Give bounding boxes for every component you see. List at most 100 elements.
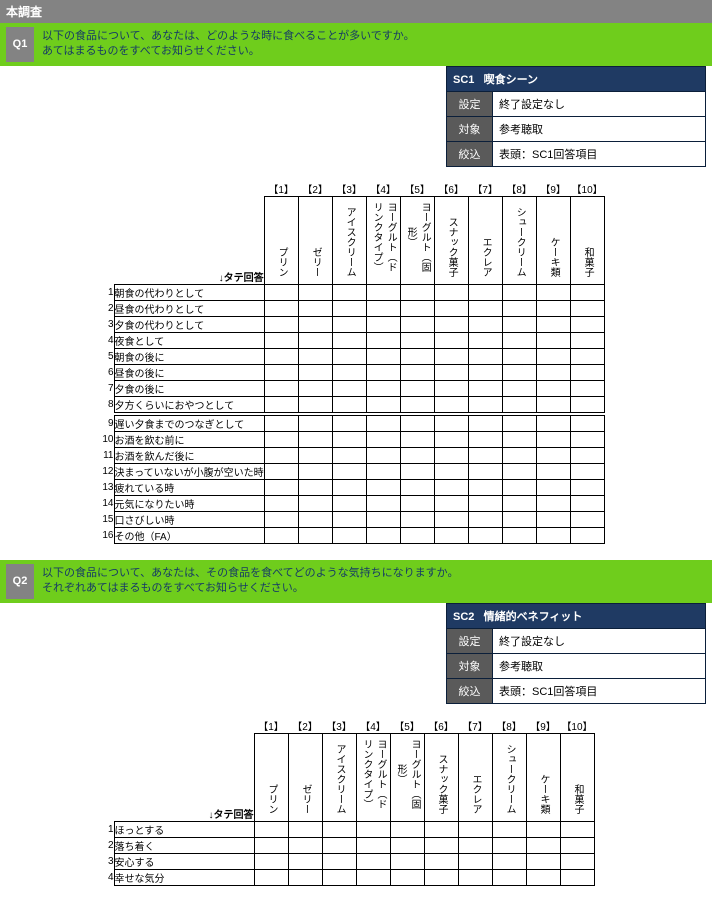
matrix-cell[interactable]: [322, 869, 356, 885]
matrix-cell[interactable]: [254, 837, 288, 853]
matrix-cell[interactable]: [434, 396, 468, 412]
matrix-cell[interactable]: [502, 463, 536, 479]
matrix-cell[interactable]: [332, 396, 366, 412]
matrix-cell[interactable]: [298, 431, 332, 447]
matrix-cell[interactable]: [366, 316, 400, 332]
matrix-cell[interactable]: [560, 853, 594, 869]
matrix-cell[interactable]: [264, 316, 298, 332]
matrix-cell[interactable]: [366, 380, 400, 396]
matrix-cell[interactable]: [502, 332, 536, 348]
matrix-cell[interactable]: [366, 479, 400, 495]
matrix-cell[interactable]: [332, 511, 366, 527]
matrix-cell[interactable]: [434, 495, 468, 511]
matrix-cell[interactable]: [570, 284, 604, 300]
matrix-cell[interactable]: [536, 415, 570, 431]
matrix-cell[interactable]: [536, 447, 570, 463]
matrix-cell[interactable]: [332, 316, 366, 332]
matrix-cell[interactable]: [560, 821, 594, 837]
matrix-cell[interactable]: [288, 837, 322, 853]
matrix-cell[interactable]: [468, 479, 502, 495]
matrix-cell[interactable]: [264, 495, 298, 511]
matrix-cell[interactable]: [536, 463, 570, 479]
matrix-cell[interactable]: [264, 300, 298, 316]
matrix-cell[interactable]: [502, 511, 536, 527]
matrix-cell[interactable]: [254, 821, 288, 837]
matrix-cell[interactable]: [434, 527, 468, 543]
matrix-cell[interactable]: [468, 316, 502, 332]
matrix-cell[interactable]: [536, 316, 570, 332]
matrix-cell[interactable]: [366, 511, 400, 527]
matrix-cell[interactable]: [536, 527, 570, 543]
matrix-cell[interactable]: [526, 837, 560, 853]
matrix-cell[interactable]: [526, 853, 560, 869]
matrix-cell[interactable]: [536, 431, 570, 447]
matrix-cell[interactable]: [356, 821, 390, 837]
matrix-cell[interactable]: [468, 380, 502, 396]
matrix-cell[interactable]: [492, 821, 526, 837]
matrix-cell[interactable]: [332, 527, 366, 543]
matrix-cell[interactable]: [468, 364, 502, 380]
matrix-cell[interactable]: [366, 447, 400, 463]
matrix-cell[interactable]: [332, 300, 366, 316]
matrix-cell[interactable]: [570, 495, 604, 511]
matrix-cell[interactable]: [570, 300, 604, 316]
matrix-cell[interactable]: [502, 316, 536, 332]
matrix-cell[interactable]: [332, 364, 366, 380]
matrix-cell[interactable]: [400, 479, 434, 495]
matrix-cell[interactable]: [502, 479, 536, 495]
matrix-cell[interactable]: [400, 348, 434, 364]
matrix-cell[interactable]: [400, 380, 434, 396]
matrix-cell[interactable]: [298, 463, 332, 479]
matrix-cell[interactable]: [536, 495, 570, 511]
matrix-cell[interactable]: [264, 332, 298, 348]
matrix-cell[interactable]: [298, 316, 332, 332]
matrix-cell[interactable]: [400, 284, 434, 300]
matrix-cell[interactable]: [332, 415, 366, 431]
matrix-cell[interactable]: [570, 364, 604, 380]
matrix-cell[interactable]: [400, 447, 434, 463]
matrix-cell[interactable]: [400, 415, 434, 431]
matrix-cell[interactable]: [356, 869, 390, 885]
matrix-cell[interactable]: [502, 447, 536, 463]
matrix-cell[interactable]: [400, 431, 434, 447]
matrix-cell[interactable]: [502, 348, 536, 364]
matrix-cell[interactable]: [332, 284, 366, 300]
matrix-cell[interactable]: [424, 869, 458, 885]
matrix-cell[interactable]: [536, 380, 570, 396]
matrix-cell[interactable]: [298, 380, 332, 396]
matrix-cell[interactable]: [458, 821, 492, 837]
matrix-cell[interactable]: [570, 332, 604, 348]
matrix-cell[interactable]: [570, 316, 604, 332]
matrix-cell[interactable]: [332, 332, 366, 348]
matrix-cell[interactable]: [570, 447, 604, 463]
matrix-cell[interactable]: [468, 396, 502, 412]
matrix-cell[interactable]: [264, 511, 298, 527]
matrix-cell[interactable]: [288, 853, 322, 869]
matrix-cell[interactable]: [264, 284, 298, 300]
matrix-cell[interactable]: [298, 300, 332, 316]
matrix-cell[interactable]: [502, 495, 536, 511]
matrix-cell[interactable]: [332, 348, 366, 364]
matrix-cell[interactable]: [298, 415, 332, 431]
matrix-cell[interactable]: [526, 821, 560, 837]
matrix-cell[interactable]: [570, 463, 604, 479]
matrix-cell[interactable]: [298, 495, 332, 511]
matrix-cell[interactable]: [298, 527, 332, 543]
matrix-cell[interactable]: [536, 479, 570, 495]
matrix-cell[interactable]: [458, 853, 492, 869]
matrix-cell[interactable]: [570, 511, 604, 527]
matrix-cell[interactable]: [468, 284, 502, 300]
matrix-cell[interactable]: [322, 837, 356, 853]
matrix-cell[interactable]: [570, 396, 604, 412]
matrix-cell[interactable]: [560, 837, 594, 853]
matrix-cell[interactable]: [366, 284, 400, 300]
matrix-cell[interactable]: [400, 511, 434, 527]
matrix-cell[interactable]: [526, 869, 560, 885]
matrix-cell[interactable]: [434, 284, 468, 300]
matrix-cell[interactable]: [434, 316, 468, 332]
matrix-cell[interactable]: [458, 869, 492, 885]
matrix-cell[interactable]: [502, 380, 536, 396]
matrix-cell[interactable]: [264, 415, 298, 431]
matrix-cell[interactable]: [434, 300, 468, 316]
matrix-cell[interactable]: [288, 821, 322, 837]
